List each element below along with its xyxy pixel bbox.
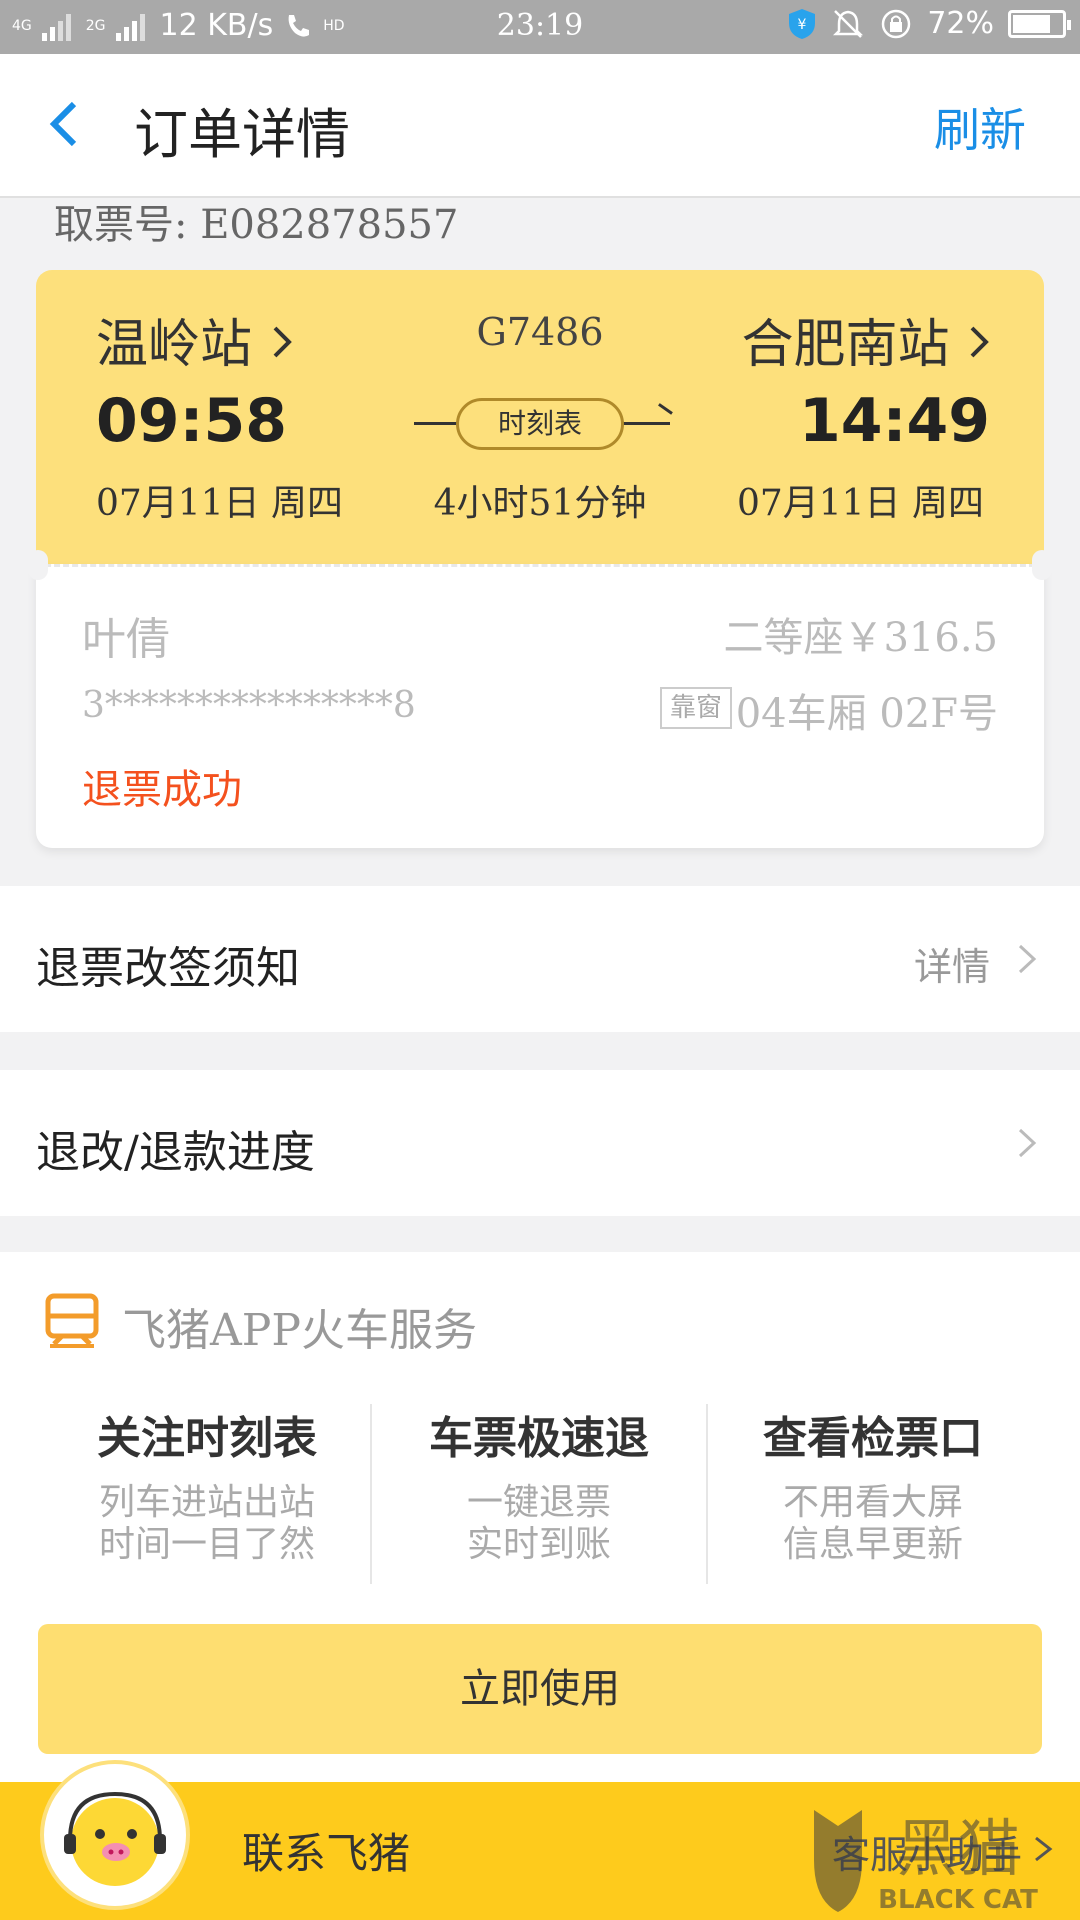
feature-title: 车票极速退 — [429, 1413, 649, 1464]
watermark-en: BLACK CAT — [878, 1885, 1038, 1915]
refund-progress-row[interactable]: 退改/退款进度 — [0, 1070, 1080, 1216]
feature-fast-refund: 车票极速退 一键退票 实时到账 — [372, 1402, 706, 1566]
refund-status: 退票成功 — [82, 767, 242, 813]
pickup-number: 取票号: E082878557 — [54, 202, 459, 248]
arrival-date: 07月11日 周四 — [736, 483, 984, 524]
black-cat-watermark-logo: 黑猫 BLACK CAT — [814, 1810, 1038, 1915]
feature-desc: 列车进站出站 — [98, 1482, 315, 1523]
payment-shield-icon: ¥ — [789, 8, 816, 39]
service-title: 飞猪APP火车服务 — [122, 1305, 477, 1356]
ticket-card-top: 温岭站 G7486 合肥南站 09:58 时刻表 14:49 07月11日 周四… — [36, 270, 1044, 566]
timetable-button[interactable]: 时刻表 — [456, 398, 624, 450]
arrival-station[interactable]: 合肥南站 — [741, 302, 992, 377]
watermark-cn: 黑猫 — [896, 1812, 1020, 1885]
seat-number: 04车厢 02F号 — [735, 691, 998, 737]
feature-desc: 信息早更新 — [782, 1524, 963, 1565]
refund-notice-row[interactable]: 退票改签须知 详情 — [0, 886, 1080, 1032]
detail-link[interactable]: 详情 — [914, 936, 990, 991]
contact-fliggy-label[interactable]: 联系飞猪 — [242, 1820, 410, 1881]
svg-text:¥: ¥ — [798, 17, 807, 33]
feature-desc: 实时到账 — [466, 1524, 611, 1565]
arrival-time: 14:49 — [799, 386, 990, 456]
back-arrow-icon[interactable] — [38, 94, 98, 154]
feature-desc: 一键退票 — [466, 1482, 611, 1523]
train-service-section: 飞猪APP火车服务 关注时刻表 列车进站出站 时间一目了然 车票极速退 一键退票… — [0, 1252, 1080, 1782]
window-seat-badge: 靠窗 — [660, 687, 733, 729]
route-arrow-icon — [658, 403, 673, 415]
refresh-button[interactable]: 刷新 — [934, 94, 1026, 160]
battery-icon — [1008, 9, 1071, 38]
arrival-station-label: 合肥南站 — [741, 315, 950, 375]
feature-title: 查看检票口 — [763, 1413, 983, 1464]
passenger-id: 3****************8 — [82, 685, 416, 726]
ticket-card-bottom: 叶倩 二等座￥316.5 3****************8 靠窗 04车厢 … — [36, 564, 1044, 848]
refund-progress-label: 退改/退款进度 — [36, 1127, 315, 1178]
battery-percent: 72% — [927, 6, 994, 41]
feature-timetable: 关注时刻表 列车进站出站 时间一目了然 — [40, 1402, 374, 1566]
feature-gate: 查看检票口 不用看大屏 信息早更新 — [706, 1402, 1040, 1566]
feature-desc: 时间一目了然 — [98, 1524, 315, 1565]
feature-desc: 不用看大屏 — [782, 1482, 963, 1523]
rotation-lock-icon — [882, 9, 911, 38]
app-header: 订单详情 刷新 — [0, 54, 1080, 198]
ticket-notch — [28, 550, 48, 580]
mascot-icon — [64, 1791, 166, 1886]
passenger-name: 叶倩 — [82, 614, 170, 665]
feature-title: 关注时刻表 — [97, 1413, 317, 1464]
status-bar: 4G 2G 12 KB/s HD 23:19 ¥ 72% — [0, 0, 1080, 54]
status-right: ¥ 72% — [787, 6, 1071, 41]
chevron-right-icon — [1018, 944, 1037, 974]
seat-price: 二等座￥316.5 — [723, 615, 998, 661]
page-title: 订单详情 — [134, 103, 350, 166]
use-now-button[interactable]: 立即使用 — [38, 1624, 1042, 1754]
mute-icon — [833, 9, 864, 38]
train-icon — [45, 1293, 99, 1348]
refund-notice-label: 退票改签须知 — [36, 943, 300, 994]
chevron-right-icon — [970, 326, 989, 358]
chevron-right-icon — [1018, 1128, 1037, 1158]
ticket-notch — [1032, 550, 1052, 580]
departure-time: 09:58 — [96, 386, 287, 456]
fliggy-mascot-avatar[interactable] — [40, 1760, 190, 1910]
